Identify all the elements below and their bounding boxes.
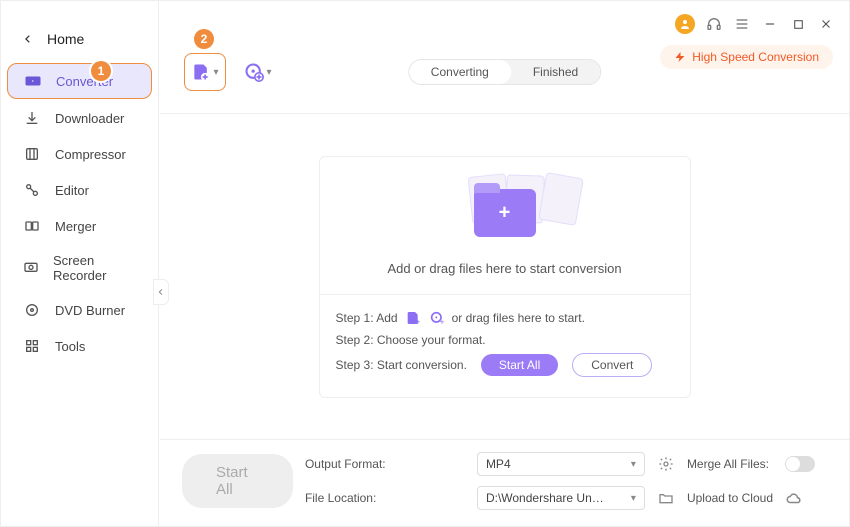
sidebar-item-merger[interactable]: Merger: [7, 209, 152, 243]
disc-add-icon: +: [428, 309, 446, 327]
start-all-button[interactable]: Start All: [182, 454, 293, 508]
tools-icon: [23, 337, 41, 355]
app-window: Home Converter 1 Downloader Compressor E…: [0, 0, 850, 527]
sidebar-item-label: Merger: [55, 219, 96, 234]
merger-icon: [23, 217, 41, 235]
home-nav[interactable]: Home: [1, 31, 158, 61]
sidebar-item-label: Screen Recorder: [53, 253, 136, 283]
sidebar-item-editor[interactable]: Editor: [7, 173, 152, 207]
toolbar: ▾ 2 ▾ Converting Finished High Speed Con…: [160, 1, 849, 111]
status-tabs: Converting Finished: [408, 59, 601, 85]
sidebar-item-screenrecorder[interactable]: Screen Recorder: [7, 245, 152, 291]
svg-text:+: +: [439, 318, 444, 326]
add-dvd-button[interactable]: ▾: [238, 54, 278, 90]
svg-text:+: +: [415, 318, 420, 326]
output-format-label: Output Format:: [305, 457, 465, 471]
upload-label: Upload to Cloud: [687, 491, 773, 505]
sidebar-item-label: Downloader: [55, 111, 124, 126]
sidebar-item-label: DVD Burner: [55, 303, 125, 318]
home-label: Home: [47, 31, 84, 47]
output-format-select[interactable]: MP4 ▾: [477, 452, 645, 476]
file-add-icon: +: [404, 309, 422, 327]
convert-pill[interactable]: Convert: [572, 353, 652, 377]
file-location-label: File Location:: [305, 491, 465, 505]
format-settings-icon[interactable]: [657, 455, 675, 473]
footer: Output Format: MP4 ▾ Merge All Files: St…: [160, 439, 849, 526]
plus-icon: +: [499, 202, 511, 225]
main: ▾ 2 ▾ Converting Finished High Speed Con…: [160, 1, 849, 526]
chevron-down-icon: ▾: [631, 459, 636, 470]
sidebar-item-label: Editor: [55, 183, 89, 198]
dvd-icon: [23, 301, 41, 319]
step2-text: Step 2: Choose your format.: [336, 333, 486, 347]
step3-text: Step 3: Start conversion.: [336, 358, 467, 372]
merge-toggle[interactable]: [785, 456, 815, 472]
sidebar-item-label: Tools: [55, 339, 85, 354]
start-all-pill[interactable]: Start All: [481, 354, 558, 376]
tab-converting[interactable]: Converting: [409, 60, 511, 84]
file-location-select[interactable]: D:\Wondershare UniConverter 1 ▾: [477, 486, 645, 510]
step-badge-2: 2: [194, 29, 214, 49]
high-speed-button[interactable]: High Speed Conversion: [660, 45, 833, 69]
drop-zone-top: + Add or drag files here to start conver…: [320, 157, 690, 294]
sidebar-item-label: Compressor: [55, 147, 126, 162]
steps: Step 1: Add + + or drag files here to st…: [320, 294, 690, 397]
back-icon: [23, 34, 33, 44]
tab-finished[interactable]: Finished: [511, 60, 600, 84]
sidebar-item-dvdburner[interactable]: DVD Burner: [7, 293, 152, 327]
step-3: Step 3: Start conversion. Start All Conv…: [336, 353, 674, 377]
add-file-button[interactable]: ▾: [184, 53, 226, 91]
cloud-icon[interactable]: [785, 489, 803, 507]
sidebar: Home Converter 1 Downloader Compressor E…: [1, 1, 159, 526]
step1-text-a: Step 1: Add: [336, 311, 398, 325]
converter-icon: [24, 72, 42, 90]
folder-illustration: +: [460, 181, 550, 243]
file-location-value: D:\Wondershare UniConverter 1: [486, 491, 606, 505]
bolt-icon: [674, 50, 686, 64]
recorder-icon: [23, 259, 39, 277]
high-speed-label: High Speed Conversion: [692, 50, 819, 64]
drop-zone[interactable]: + Add or drag files here to start conver…: [319, 156, 691, 398]
open-folder-icon[interactable]: [657, 489, 675, 507]
step-1: Step 1: Add + + or drag files here to st…: [336, 309, 674, 327]
sidebar-item-compressor[interactable]: Compressor: [7, 137, 152, 171]
drop-message: Add or drag files here to start conversi…: [387, 261, 621, 276]
editor-icon: [23, 181, 41, 199]
chevron-down-icon: ▾: [631, 493, 636, 504]
content: + Add or drag files here to start conver…: [160, 114, 849, 439]
step-2: Step 2: Choose your format.: [336, 333, 674, 347]
output-format-value: MP4: [486, 457, 511, 471]
step-badge-1: 1: [91, 61, 111, 81]
sidebar-item-tools[interactable]: Tools: [7, 329, 152, 363]
sidebar-item-downloader[interactable]: Downloader: [7, 101, 152, 135]
compressor-icon: [23, 145, 41, 163]
sidebar-item-converter[interactable]: Converter: [7, 63, 152, 99]
merge-label: Merge All Files:: [687, 457, 773, 471]
downloader-icon: [23, 109, 41, 127]
step1-text-b: or drag files here to start.: [452, 311, 585, 325]
